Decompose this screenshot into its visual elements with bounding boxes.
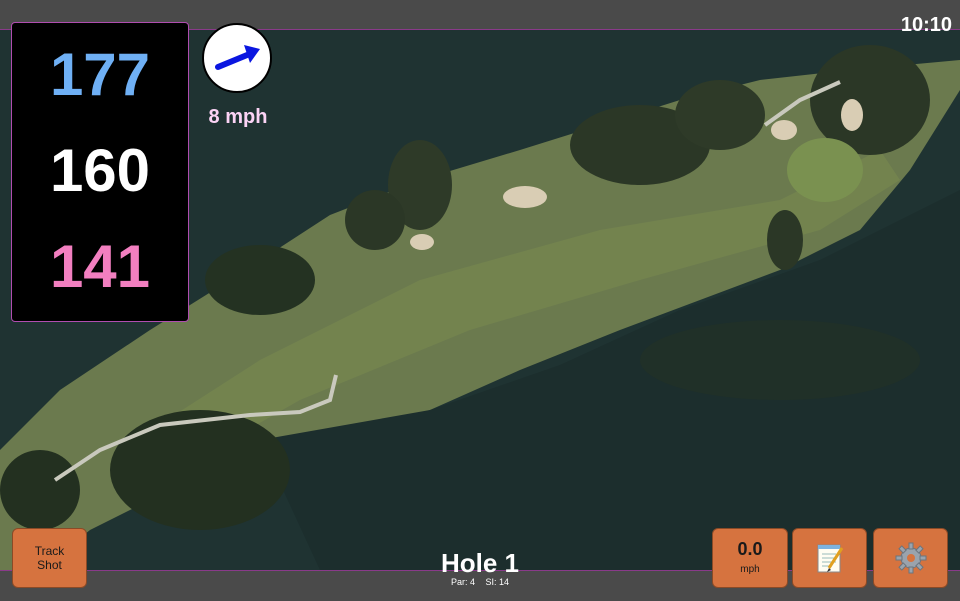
notepad-icon bbox=[817, 544, 843, 573]
track-shot-label-line1: Track bbox=[34, 544, 65, 558]
notes-button[interactable] bbox=[792, 528, 867, 588]
speed-unit: mph bbox=[740, 564, 760, 575]
hole-par: Par: 4 bbox=[450, 577, 475, 587]
distance-panel: 177 160 141 bbox=[11, 22, 189, 322]
speed-button[interactable]: 0.0 mph bbox=[712, 528, 788, 588]
wind-speed: 8 mph bbox=[208, 106, 268, 128]
wind-indicator bbox=[202, 23, 272, 93]
track-shot-label-line2: Shot bbox=[37, 558, 62, 572]
front-distance: 141 bbox=[49, 233, 151, 300]
settings-button[interactable] bbox=[873, 528, 948, 588]
hole-stroke-index: SI: 14 bbox=[485, 577, 510, 587]
hole-title: Hole 1 bbox=[440, 548, 520, 578]
wind-arrow-icon bbox=[215, 45, 260, 70]
middle-distance: 160 bbox=[49, 137, 151, 204]
hole-meta: Par: 4 SI: 14 bbox=[380, 577, 580, 587]
track-shot-button[interactable]: Track Shot bbox=[12, 528, 87, 588]
back-distance: 177 bbox=[49, 41, 151, 108]
speed-value: 0.0 bbox=[737, 539, 763, 559]
gear-icon bbox=[895, 542, 926, 574]
clock: 10:10 bbox=[900, 14, 952, 36]
